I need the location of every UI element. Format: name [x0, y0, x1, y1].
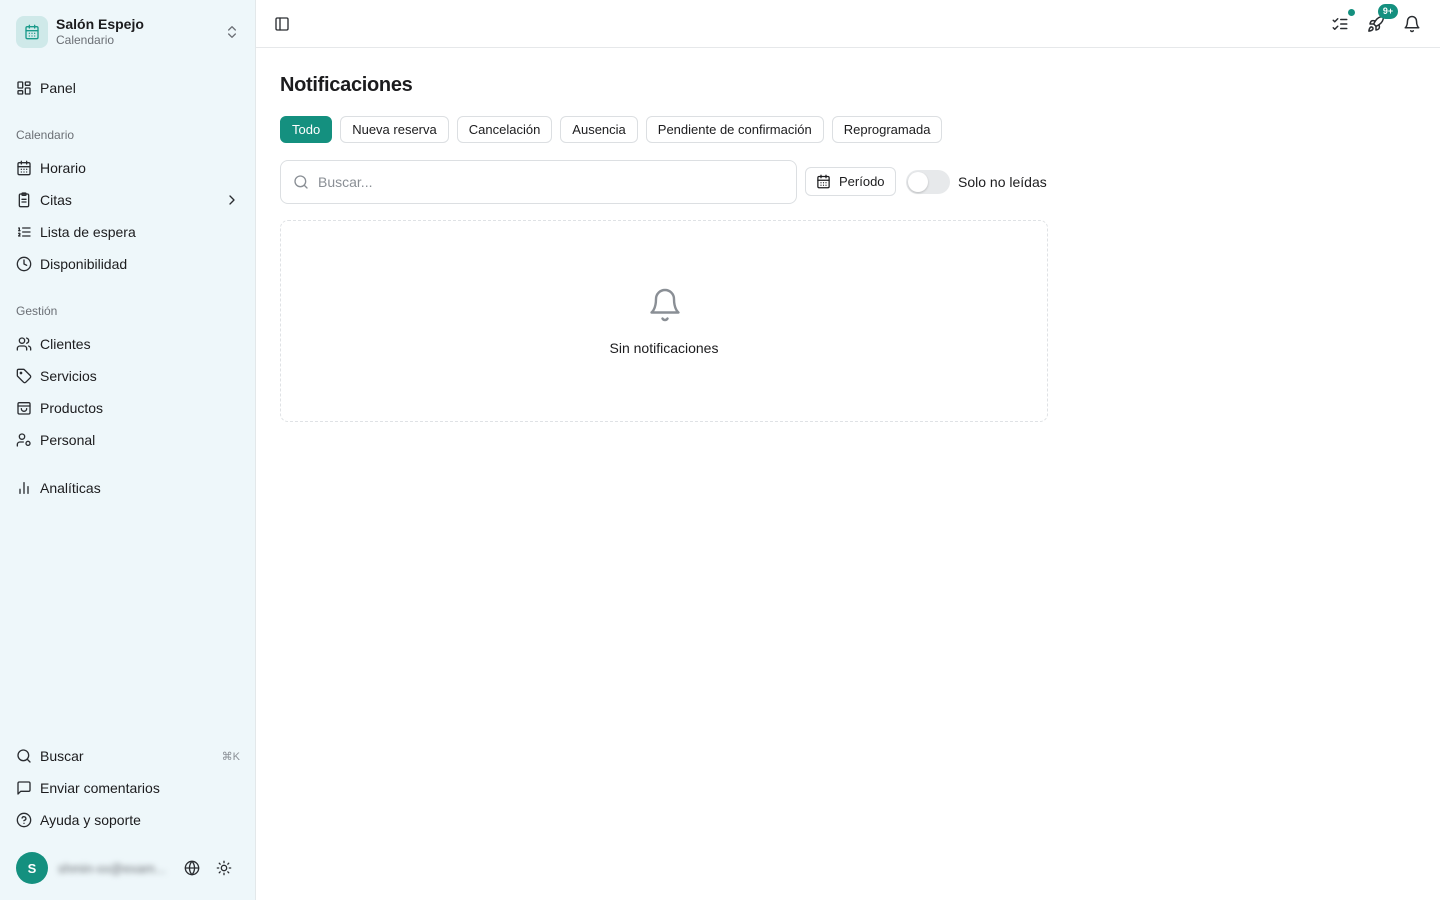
sidebar-item-label: Panel	[40, 80, 76, 96]
unread-only-label: Solo no leídas	[958, 174, 1047, 190]
list-checks-button[interactable]	[1328, 8, 1356, 36]
clipboard-list-icon	[16, 192, 32, 208]
sun-icon[interactable]	[208, 852, 240, 884]
search-input[interactable]	[318, 174, 784, 190]
top-bar: 9+	[256, 0, 1440, 48]
shopping-bag-icon	[16, 400, 32, 416]
sidebar-item-label: Citas	[40, 192, 72, 208]
sidebar-item-label: Clientes	[40, 336, 91, 352]
bar-chart-icon	[16, 480, 32, 496]
sidebar-item-analiticas[interactable]: Analíticas	[8, 472, 248, 504]
sidebar-item-buscar[interactable]: Buscar ⌘K	[8, 740, 248, 772]
sidebar-item-citas[interactable]: Citas	[8, 184, 248, 216]
bell-icon	[647, 287, 683, 323]
layout-grid-icon	[16, 80, 32, 96]
sidebar-item-enviar-comentarios[interactable]: Enviar comentarios	[8, 772, 248, 804]
list-checks-icon	[1331, 15, 1349, 33]
chevron-right-icon[interactable]	[224, 192, 240, 208]
search-icon	[16, 748, 32, 764]
tag-icon	[16, 368, 32, 384]
sidebar-item-label: Productos	[40, 400, 104, 416]
status-dot	[1347, 8, 1356, 17]
page-title: Notificaciones	[280, 74, 413, 96]
empty-state-text: Sin notificaciones	[609, 340, 719, 356]
filter-chips: Todo Nueva reserva Cancelación Ausencia …	[280, 116, 943, 143]
globe-icon[interactable]	[176, 852, 208, 884]
filter-chip-todo[interactable]: Todo	[280, 116, 333, 143]
workspace-subtitle: Calendario	[56, 33, 115, 47]
sidebar-item-label: Horario	[40, 160, 86, 176]
chevrons-up-down-icon	[224, 24, 240, 40]
empty-state: Sin notificaciones	[280, 220, 1048, 422]
sidebar: Salón Espejo Calendario Panel Calendario…	[0, 0, 256, 900]
sidebar-item-label: Servicios	[40, 368, 97, 384]
sidebar-item-clientes[interactable]: Clientes	[8, 328, 248, 360]
calendar-icon	[816, 174, 831, 189]
sidebar-item-label: Buscar	[40, 748, 84, 764]
avatar[interactable]: S	[16, 852, 48, 884]
workspace-name: Salón Espejo	[56, 16, 144, 32]
sidebar-item-label: Enviar comentarios	[40, 780, 160, 796]
calendar-icon	[16, 160, 32, 176]
unread-only-toggle[interactable]	[906, 170, 950, 194]
clock-icon	[16, 256, 32, 272]
sidebar-item-horario[interactable]: Horario	[8, 152, 248, 184]
rocket-button[interactable]: 9+	[1364, 4, 1398, 36]
sidebar-item-label: Lista de espera	[40, 224, 136, 240]
sidebar-item-label: Disponibilidad	[40, 256, 128, 272]
bell-icon	[1403, 15, 1421, 33]
filter-chip-nueva-reserva[interactable]: Nueva reserva	[340, 116, 449, 143]
search-icon	[293, 174, 309, 190]
sidebar-item-productos[interactable]: Productos	[8, 392, 248, 424]
count-badge: 9+	[1378, 4, 1398, 19]
user-email: shmin-xx@exam...	[58, 860, 166, 876]
section-label-gestion: Gestión	[16, 304, 58, 318]
period-label: Período	[839, 174, 885, 189]
sidebar-item-panel[interactable]: Panel	[8, 72, 248, 104]
sidebar-item-personal[interactable]: Personal	[8, 424, 248, 456]
sidebar-item-ayuda[interactable]: Ayuda y soporte	[8, 804, 248, 836]
notifications-button[interactable]	[1400, 12, 1424, 36]
period-button[interactable]: Período	[805, 167, 896, 196]
sidebar-item-lista-de-espera[interactable]: Lista de espera	[8, 216, 248, 248]
sidebar-item-servicios[interactable]: Servicios	[8, 360, 248, 392]
toggle-knob	[908, 172, 928, 192]
sidebar-item-label: Personal	[40, 432, 96, 448]
section-label-calendario: Calendario	[16, 128, 75, 142]
filter-chip-cancelacion[interactable]: Cancelación	[456, 116, 553, 143]
filter-chip-pendiente[interactable]: Pendiente de confirmación	[645, 116, 824, 143]
help-circle-icon	[16, 812, 32, 828]
calendar-logo-icon	[16, 16, 48, 48]
sidebar-item-label: Analíticas	[40, 480, 101, 496]
filter-chip-ausencia[interactable]: Ausencia	[560, 116, 638, 143]
sidebar-item-label: Ayuda y soporte	[40, 812, 141, 828]
message-square-icon	[16, 780, 32, 796]
panel-left-icon[interactable]	[270, 12, 294, 36]
keyboard-shortcut: ⌘K	[221, 750, 240, 763]
users-icon	[16, 336, 32, 352]
workspace-switcher[interactable]: Salón Espejo Calendario	[8, 8, 248, 56]
list-ordered-icon	[16, 224, 32, 240]
user-menu[interactable]: S shmin-xx@exam...	[8, 852, 248, 884]
filter-chip-reprogramada[interactable]: Reprogramada	[831, 116, 943, 143]
search-box	[280, 160, 797, 204]
user-cog-icon	[16, 432, 32, 448]
sidebar-item-disponibilidad[interactable]: Disponibilidad	[8, 248, 248, 280]
